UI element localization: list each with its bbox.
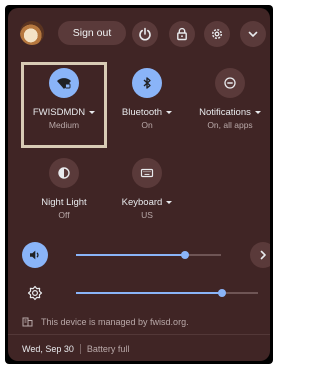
- bluetooth-name: Bluetooth: [121, 107, 163, 118]
- brightness-slider-fill: [76, 292, 222, 294]
- lock-button[interactable]: [169, 21, 195, 47]
- bluetooth-icon: [143, 77, 151, 89]
- network-toggle[interactable]: [49, 68, 79, 98]
- footer-status: Wed, Sep 30 Battery full: [22, 344, 129, 354]
- pod-notifications[interactable]: Notifications On, all apps: [188, 68, 270, 130]
- collapse-button[interactable]: [240, 21, 266, 47]
- lock-icon: [177, 27, 187, 41]
- footer-divider: [8, 334, 270, 335]
- chevron-right-icon: [260, 250, 266, 260]
- bluetooth-menu-caret: [166, 110, 173, 114]
- network-name: FWISDMDN: [32, 107, 86, 118]
- keyboard-icon: [140, 168, 154, 178]
- night-light-status: Off: [58, 210, 70, 220]
- keyboard-menu-caret: [166, 200, 173, 204]
- battery-status[interactable]: Battery full: [87, 344, 130, 354]
- pod-bluetooth[interactable]: Bluetooth On: [105, 68, 189, 130]
- volume-slider-fill: [76, 254, 185, 256]
- brightness-slider-thumb[interactable]: [217, 289, 226, 297]
- notifications-toggle[interactable]: [215, 68, 245, 98]
- power-button[interactable]: [132, 21, 158, 47]
- user-avatar[interactable]: [20, 21, 44, 45]
- keyboard-layout: US: [141, 210, 153, 220]
- network-status: Medium: [48, 120, 80, 130]
- bluetooth-label[interactable]: Bluetooth: [105, 107, 189, 118]
- volume-icon: [30, 250, 39, 260]
- night-light-icon: [58, 167, 70, 179]
- date-label[interactable]: Wed, Sep 30: [22, 344, 74, 354]
- keyboard-label[interactable]: Keyboard: [105, 197, 189, 208]
- keyboard-name: Keyboard: [121, 197, 163, 208]
- bluetooth-status: On: [141, 120, 153, 130]
- chevron-down-icon: [248, 31, 258, 37]
- audio-settings-button[interactable]: [250, 242, 270, 268]
- settings-button[interactable]: [204, 21, 230, 47]
- volume-slider[interactable]: [76, 251, 221, 259]
- pod-network[interactable]: FWISDMDN Medium: [22, 68, 106, 130]
- sign-out-button[interactable]: Sign out: [58, 21, 126, 45]
- pod-night-light[interactable]: Night Light Off: [22, 158, 106, 220]
- brightness-button: [22, 280, 48, 306]
- notifications-label[interactable]: Notifications: [188, 107, 270, 118]
- network-menu-caret: [89, 110, 96, 114]
- footer-separator: [79, 344, 81, 354]
- wifi-icon: [57, 78, 71, 89]
- gear-icon: [211, 28, 223, 40]
- notifications-name: Notifications: [199, 107, 251, 118]
- notifications-icon: [224, 77, 236, 89]
- mute-button[interactable]: [22, 242, 48, 268]
- keyboard-toggle[interactable]: [132, 158, 162, 188]
- bluetooth-toggle[interactable]: [132, 68, 162, 98]
- managed-notice[interactable]: This device is managed by fwisd.org.: [22, 316, 189, 327]
- network-label[interactable]: FWISDMDN: [22, 107, 106, 118]
- volume-slider-thumb[interactable]: [180, 251, 189, 259]
- brightness-icon: [27, 285, 43, 301]
- managed-text: This device is managed by fwisd.org.: [41, 316, 189, 327]
- brightness-slider[interactable]: [76, 289, 258, 297]
- power-icon: [139, 27, 151, 41]
- quick-settings-panel: Sign out FWISDMDN Medium Bluetooth On No…: [8, 8, 270, 361]
- notifications-status: On, all apps: [207, 120, 253, 130]
- enterprise-icon: [22, 317, 33, 327]
- pod-keyboard[interactable]: Keyboard US: [105, 158, 189, 220]
- night-light-toggle[interactable]: [49, 158, 79, 188]
- notifications-menu-caret: [254, 110, 261, 114]
- night-light-label[interactable]: Night Light: [22, 197, 106, 208]
